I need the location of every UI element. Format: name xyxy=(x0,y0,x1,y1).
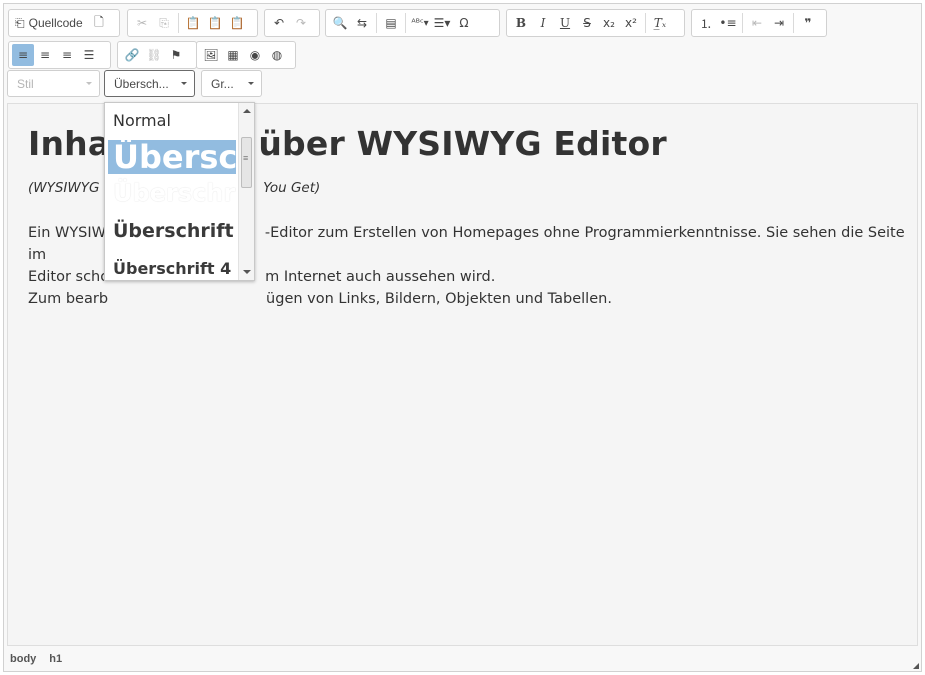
scroll-up-icon[interactable] xyxy=(243,109,251,113)
paragraph-line-2-left: Editor scho xyxy=(28,269,110,285)
find-icon[interactable]: 🔍 xyxy=(329,12,351,34)
format-option-heading-1[interactable]: Übersch xyxy=(108,140,236,174)
superscript-icon[interactable]: x² xyxy=(620,12,642,34)
iframe-icon[interactable]: ◍ xyxy=(266,44,288,66)
size-combo[interactable]: Gr... xyxy=(201,70,262,97)
scayt-icon[interactable]: ☰▾ xyxy=(431,12,453,34)
copy-icon[interactable]: ⎘ xyxy=(153,12,175,34)
chevron-down-icon xyxy=(248,82,254,85)
element-path-bar: body h1 xyxy=(4,647,921,671)
format-dropdown-list: Normal Übersch Überschrif Überschrift 3 … xyxy=(105,103,239,280)
blockquote-icon[interactable]: ❞ xyxy=(797,12,819,34)
toolbar-separator xyxy=(178,13,179,33)
align-justify-icon[interactable]: ☰ xyxy=(78,44,100,66)
scroll-down-icon[interactable] xyxy=(243,270,251,274)
paragraph-line-2-right: m Internet auch aussehen wird. xyxy=(265,269,496,285)
special-char-icon[interactable]: Ω xyxy=(453,12,475,34)
toolbar-group-links: 🔗 ⛓ ⚑ xyxy=(117,41,197,69)
toolbar-group-align: ≡ ≡ ≡ ☰ xyxy=(8,41,111,69)
path-item-h1[interactable]: h1 xyxy=(49,653,62,665)
heading-text-left: Inha xyxy=(28,124,111,163)
toolbar-group-insert: 🖼 ▦ ◉ ◍ xyxy=(196,41,296,69)
path-item-body[interactable]: body xyxy=(10,653,36,665)
format-combo-value: Übersch... xyxy=(114,76,169,91)
link-icon[interactable]: 🔗 xyxy=(121,44,143,66)
toolbar-group-paragraph: ⒈ •≡ ⇤ ⇥ ❞ xyxy=(691,9,827,37)
scrollbar-thumb[interactable] xyxy=(241,137,252,188)
bulleted-list-icon[interactable]: •≡ xyxy=(717,12,739,34)
align-center-icon[interactable]: ≡ xyxy=(34,44,56,66)
format-option-heading-3[interactable]: Überschrift 3 xyxy=(108,216,236,246)
undo-icon[interactable]: ↶ xyxy=(268,12,290,34)
italic-icon[interactable]: I xyxy=(532,12,554,34)
align-right-icon[interactable]: ≡ xyxy=(56,44,78,66)
format-option-heading-4[interactable]: Überschrift 4 xyxy=(108,256,236,280)
source-button[interactable]: ⎗ Quellcode xyxy=(12,12,88,34)
flash-icon[interactable]: ◉ xyxy=(244,44,266,66)
cut-icon[interactable]: ✂ xyxy=(131,12,153,34)
toolbar-separator xyxy=(376,13,377,33)
align-left-icon[interactable]: ≡ xyxy=(12,44,34,66)
subtitle-text-right: You Get) xyxy=(263,180,321,196)
anchor-icon[interactable]: ⚑ xyxy=(165,44,187,66)
numbered-list-icon[interactable]: ⒈ xyxy=(695,12,717,34)
format-combo[interactable]: Übersch... xyxy=(104,70,195,97)
toolbar-separator xyxy=(405,13,406,33)
chevron-down-icon xyxy=(181,82,187,85)
unlink-icon[interactable]: ⛓ xyxy=(143,44,165,66)
paste-word-icon[interactable]: 📋 xyxy=(226,12,248,34)
redo-icon[interactable]: ↷ xyxy=(290,12,312,34)
image-icon[interactable]: 🖼 xyxy=(200,44,222,66)
toolbar-separator xyxy=(742,13,743,33)
select-all-icon[interactable]: ▤ xyxy=(380,12,402,34)
paragraph-line-1-left: Ein WYSIWY xyxy=(28,225,115,241)
subtitle-text-left: (WYSIWYG = xyxy=(28,180,116,196)
indent-icon[interactable]: ⇥ xyxy=(768,12,790,34)
templates-icon[interactable]: 🗋 xyxy=(88,12,110,34)
format-option-normal[interactable]: Normal xyxy=(108,109,236,133)
size-combo-value: Gr... xyxy=(211,76,234,91)
source-button-label: Quellcode xyxy=(28,16,83,30)
toolbar-group-clipboard: ✂ ⎘ 📋 📋 📋 xyxy=(127,9,258,37)
source-icon: ⎗ xyxy=(15,15,25,30)
style-combo-value: Stil xyxy=(17,76,34,91)
replace-icon[interactable]: ⇆ xyxy=(351,12,373,34)
table-icon[interactable]: ▦ xyxy=(222,44,244,66)
editor-toolbar: ⎗ Quellcode 🗋 ✂ ⎘ 📋 📋 📋 ↶ ↷ 🔍 ⇆ ▤ ᴬᴮᶜ▾ ☰… xyxy=(4,4,921,102)
heading-text-right: über WYSIWYG Editor xyxy=(258,124,667,163)
style-combo[interactable]: Stil xyxy=(7,70,100,97)
dropdown-scrollbar[interactable] xyxy=(238,103,254,280)
toolbar-separator xyxy=(645,13,646,33)
strikethrough-icon[interactable]: S xyxy=(576,12,598,34)
bold-icon[interactable]: B xyxy=(510,12,532,34)
chevron-down-icon xyxy=(86,82,92,85)
outdent-icon[interactable]: ⇤ xyxy=(746,12,768,34)
paragraph-line-3-left: Zum bearb xyxy=(28,291,109,307)
paste-text-icon[interactable]: 📋 xyxy=(204,12,226,34)
paragraph-line-3-right: ügen von Links, Bildern, Objekten und Ta… xyxy=(266,291,612,307)
toolbar-separator xyxy=(793,13,794,33)
format-option-heading-2[interactable]: Überschrif xyxy=(108,177,236,210)
subscript-icon[interactable]: x₂ xyxy=(598,12,620,34)
spellcheck-icon[interactable]: ᴬᴮᶜ▾ xyxy=(409,12,431,34)
toolbar-group-undo: ↶ ↷ xyxy=(264,9,320,37)
toolbar-group-document: ⎗ Quellcode 🗋 xyxy=(8,9,120,37)
remove-format-icon[interactable]: T̲ₓ xyxy=(649,12,671,34)
resize-handle-icon[interactable] xyxy=(913,663,919,669)
underline-icon[interactable]: U xyxy=(554,12,576,34)
format-dropdown-panel: Normal Übersch Überschrif Überschrift 3 … xyxy=(104,102,255,281)
toolbar-group-basicstyles: B I U S x₂ x² T̲ₓ xyxy=(506,9,685,37)
paste-icon[interactable]: 📋 xyxy=(182,12,204,34)
toolbar-group-editing: 🔍 ⇆ ▤ ᴬᴮᶜ▾ ☰▾ Ω xyxy=(325,9,500,37)
